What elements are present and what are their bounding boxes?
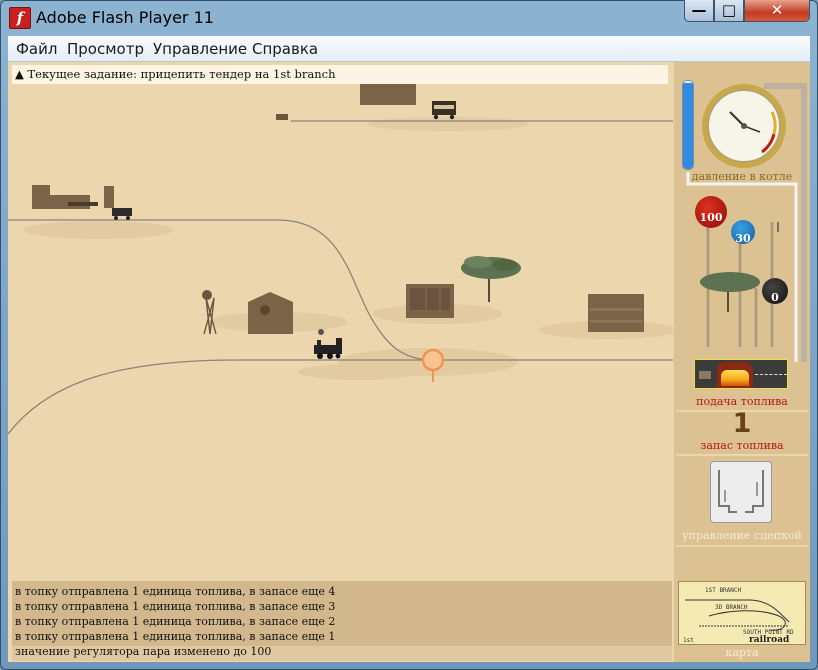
track-switch-marker[interactable]	[421, 348, 445, 382]
fire-flames	[721, 370, 749, 386]
bench-top	[276, 114, 288, 120]
task-text: Текущее задание: прицепить тендер на 1st…	[27, 67, 336, 81]
window-title: Adobe Flash Player 11	[36, 8, 214, 27]
knob-blue-value: 30	[735, 232, 751, 245]
station-building	[406, 284, 454, 318]
menu-control[interactable]: Управление	[153, 40, 247, 58]
windmill-head	[202, 290, 212, 300]
factory-building	[32, 185, 114, 209]
pressure-bar	[682, 80, 694, 170]
control-panel: давление в котле 100 30 0 подача топлива…	[674, 62, 810, 662]
regulator-knob-red[interactable]: 100	[695, 196, 727, 228]
app-window: f Adobe Flash Player 11 — □ ✕ Файл Просм…	[0, 0, 818, 670]
firebox-icon[interactable]	[694, 359, 788, 389]
map-text: 3D BRANCH	[715, 604, 748, 611]
close-button[interactable]: ✕	[744, 0, 810, 22]
railroad-scene	[8, 84, 673, 435]
warning-triangle-icon: ▲	[15, 67, 24, 81]
minimize-icon: —	[691, 1, 707, 19]
acacia-tree	[461, 256, 521, 302]
task-bar: ▲ Текущее задание: прицепить тендер на 1…	[12, 65, 668, 84]
minimize-button[interactable]: —	[684, 0, 714, 22]
steam-pressure-gauge-icon	[702, 84, 786, 168]
regulator-knob-black[interactable]: 0	[762, 278, 788, 304]
log-line: значение регулятора пара изменено до 100	[15, 645, 272, 658]
maximize-icon: □	[721, 1, 737, 19]
house-left	[248, 292, 293, 334]
coal-chute	[699, 371, 711, 379]
menu-view[interactable]: Просмотр	[67, 40, 144, 58]
coupling-label: управление сцепкой	[682, 529, 802, 542]
coupling-drawing	[718, 470, 764, 513]
flash-logo-icon: f	[9, 7, 31, 29]
title-bar: f Adobe Flash Player 11 — □ ✕	[0, 0, 818, 34]
track-upper-curve	[8, 219, 434, 361]
map-text: 1ST BRANCH	[705, 587, 742, 594]
map-text: railroad	[749, 635, 790, 644]
menu-help[interactable]: Справка	[252, 40, 318, 58]
windmill	[203, 297, 217, 335]
map-icon[interactable]: 1ST BRANCH 3D BRANCH SOUTH POINT RD rail…	[678, 581, 806, 645]
locomotive-icon	[314, 329, 342, 359]
gauge-label: давление в котле	[691, 170, 793, 183]
menu-bar: Файл Просмотр Управление Справка	[8, 36, 810, 62]
knob-black-value: 0	[771, 291, 779, 304]
house-right	[588, 294, 644, 332]
menu-file[interactable]: Файл	[16, 40, 57, 58]
divider	[676, 454, 808, 456]
firebox-track	[755, 374, 787, 376]
divider	[676, 545, 808, 547]
map-label: карта	[725, 646, 759, 659]
fuel-stock-label: запас топлива	[700, 439, 784, 452]
log-line: в топку отправлена 1 единица топлива, в …	[15, 585, 336, 598]
fuel-stock-value: 1	[732, 408, 752, 439]
map-text: 1st	[683, 637, 694, 644]
map-drawing: 1ST BRANCH 3D BRANCH SOUTH POINT RD rail…	[683, 587, 794, 644]
fuel-feed-label: подача топлива	[696, 395, 788, 408]
building-top	[360, 84, 416, 105]
railway-tracks	[8, 120, 673, 435]
regulator-value: 100	[699, 211, 723, 224]
game-area: ▲ Текущее задание: прицепить тендер на 1…	[8, 62, 810, 662]
maximize-button[interactable]: □	[714, 0, 744, 22]
event-log: в топку отправлена 1 единица топлива, в …	[12, 581, 672, 661]
close-icon: ✕	[770, 1, 784, 19]
railcar-icon	[432, 101, 456, 120]
log-line: в топку отправлена 1 единица топлива, в …	[15, 600, 336, 613]
regulator-knob-blue[interactable]: 30	[731, 220, 755, 245]
log-line: в топку отправлена 1 единица топлива, в …	[15, 630, 336, 643]
railcar-left	[112, 208, 132, 220]
dust-patches	[23, 117, 673, 380]
pressure-bar-fill	[683, 83, 693, 169]
coupling-icon[interactable]	[710, 461, 772, 523]
log-line: в топку отправлена 1 единица топлива, в …	[15, 615, 336, 628]
